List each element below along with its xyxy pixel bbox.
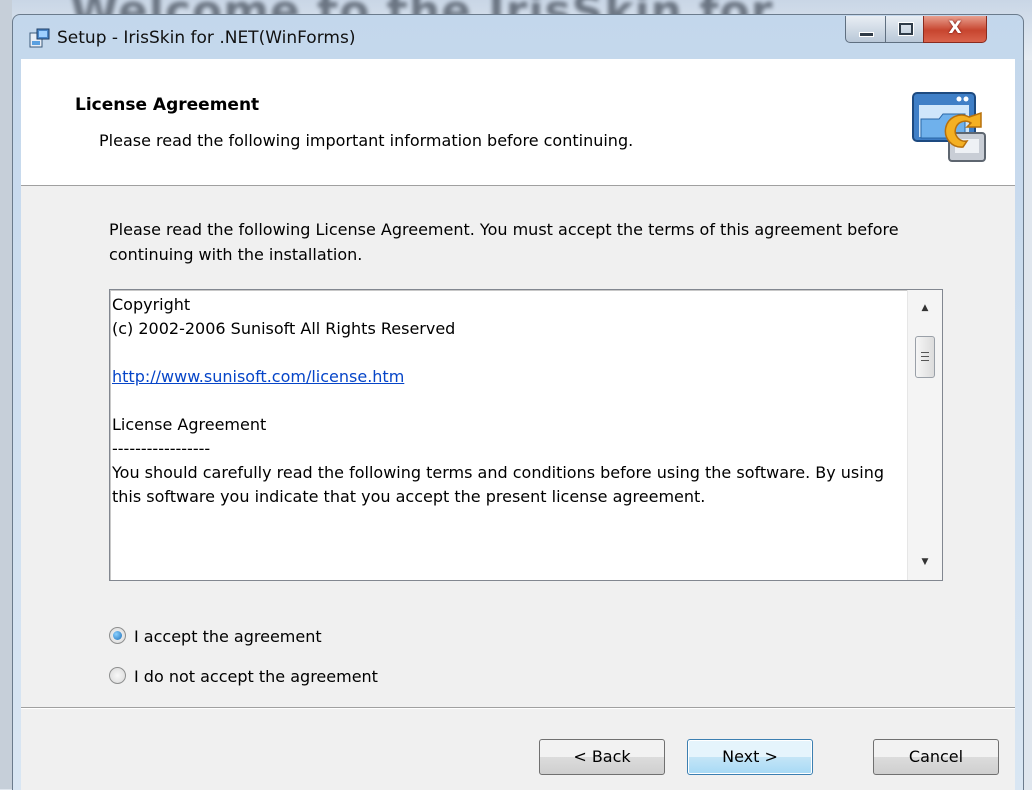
maximize-button[interactable] [885, 16, 925, 43]
license-scrollbar[interactable]: ▲ ▼ [907, 290, 942, 580]
license-textbox[interactable]: Copyright (c) 2002-2006 Sunisoft All Rig… [109, 289, 943, 581]
title-bar[interactable]: Setup - IrisSkin for .NET(WinForms) X [13, 15, 1023, 57]
scroll-down-arrow-icon[interactable]: ▼ [908, 548, 942, 576]
license-line: (c) 2002-2006 Sunisoft All Rights Reserv… [112, 319, 456, 338]
close-button[interactable]: X [923, 16, 987, 43]
wizard-client-area: License Agreement Please read the follow… [21, 59, 1015, 790]
background-window-edge [0, 0, 12, 789]
minimize-button[interactable] [845, 16, 887, 43]
license-line: You should carefully read the following … [112, 463, 884, 506]
instruction-text: Please read the following License Agreem… [109, 220, 899, 264]
license-line: License Agreement [112, 415, 267, 434]
wizard-folder-icon [912, 92, 986, 162]
footer-divider [21, 707, 1015, 709]
back-button[interactable]: < Back [539, 739, 665, 775]
cancel-button[interactable]: Cancel [873, 739, 999, 775]
decline-radio-option[interactable]: I do not accept the agreement [109, 667, 378, 686]
decline-radio-label[interactable]: I do not accept the agreement [134, 667, 378, 686]
license-content: Copyright (c) 2002-2006 Sunisoft All Rig… [112, 293, 902, 509]
page-subtitle: Please read the following important info… [99, 131, 634, 150]
accept-radio-option[interactable]: I accept the agreement [109, 627, 322, 646]
maximize-icon [898, 22, 914, 36]
license-line: Copyright [112, 295, 191, 314]
decline-radio-button[interactable] [109, 667, 126, 684]
accept-radio-button[interactable] [109, 627, 126, 644]
scroll-up-arrow-icon[interactable]: ▲ [908, 294, 942, 322]
window-title: Setup - IrisSkin for .NET(WinForms) [57, 28, 356, 48]
accept-radio-label[interactable]: I accept the agreement [134, 627, 322, 646]
license-line [112, 341, 902, 365]
license-link[interactable]: http://www.sunisoft.com/license.htm [112, 365, 902, 389]
next-button[interactable]: Next > [687, 739, 813, 775]
close-icon: X [948, 18, 962, 38]
page-title: License Agreement [75, 95, 260, 115]
scroll-thumb[interactable] [915, 336, 935, 378]
wizard-header: License Agreement Please read the follow… [21, 59, 1015, 186]
setup-app-icon [29, 28, 50, 48]
license-line: ----------------- [112, 439, 211, 458]
license-line [112, 389, 902, 413]
minimize-icon [859, 32, 874, 37]
setup-dialog: Setup - IrisSkin for .NET(WinForms) X Li… [12, 14, 1024, 790]
